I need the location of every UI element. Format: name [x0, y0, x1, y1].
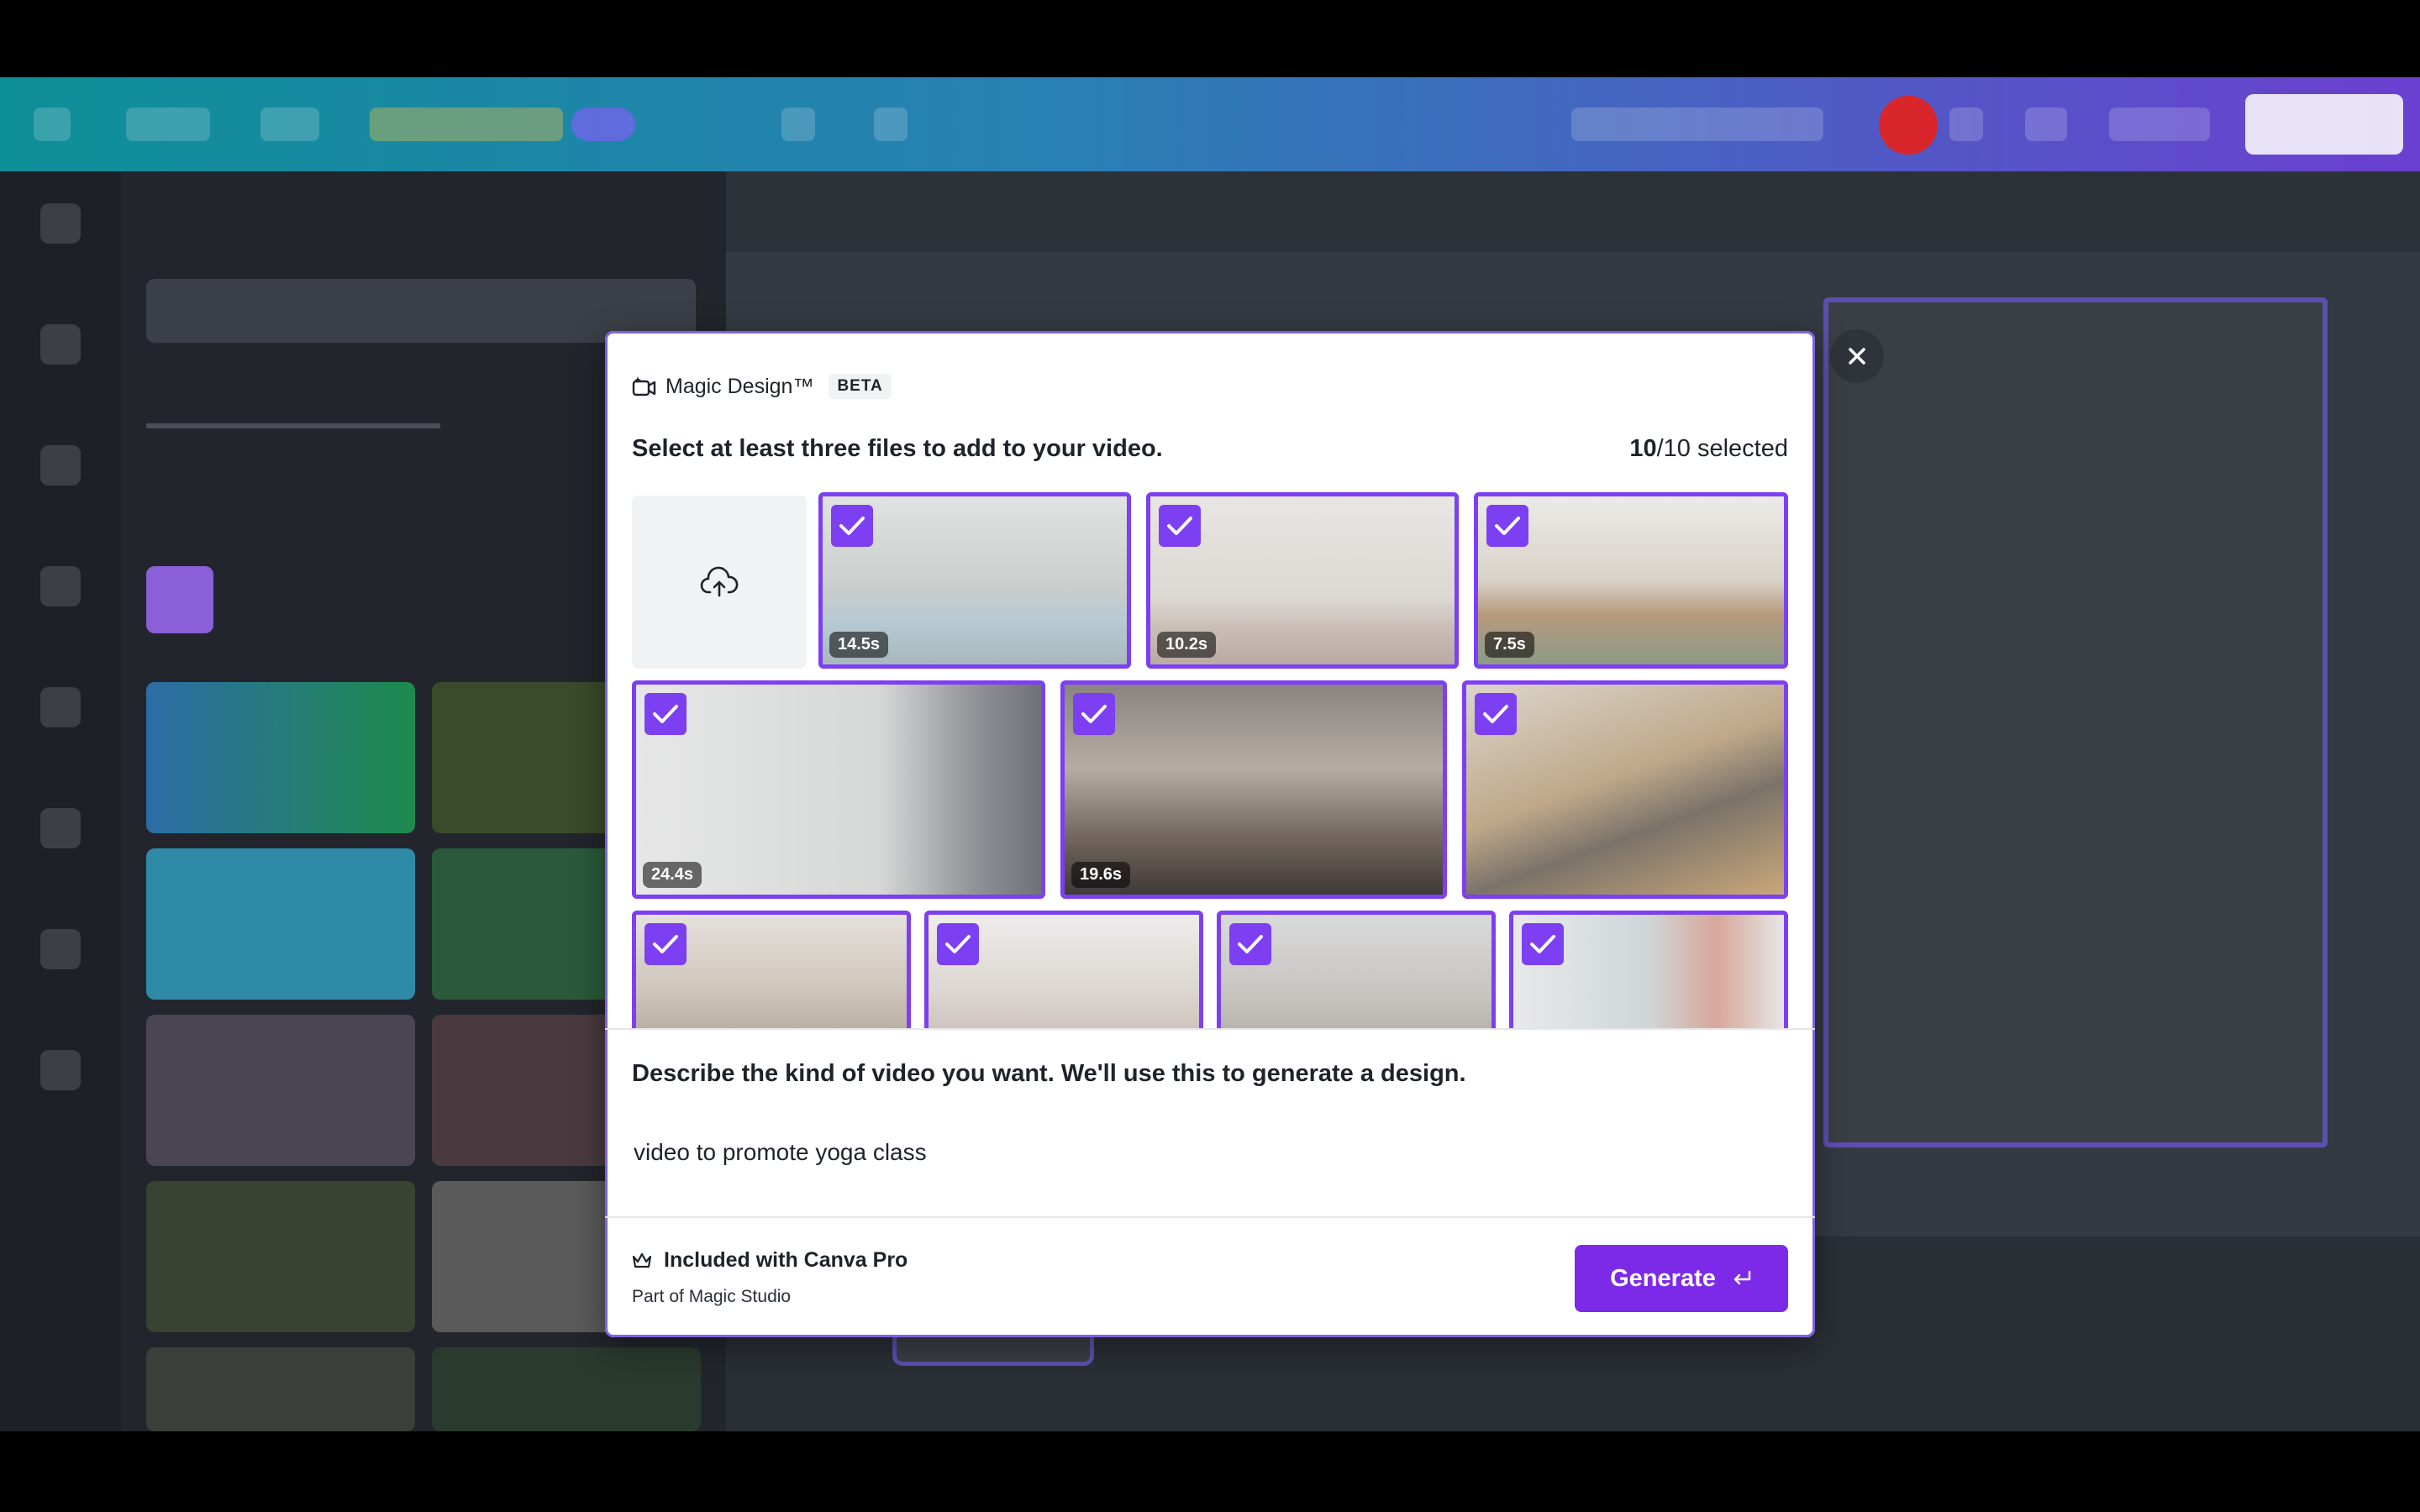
canva-pro-note: Included with Canva Pro: [632, 1248, 908, 1273]
play-icon: [2109, 108, 2210, 141]
rail-icon: [40, 566, 81, 606]
prompt-input[interactable]: [632, 1119, 1788, 1186]
topbar-blurred-item: [260, 108, 319, 141]
share-button: [2245, 94, 2403, 155]
video-duration: 14.5s: [829, 632, 889, 658]
check-icon[interactable]: [1229, 923, 1271, 965]
crown-icon: [632, 1252, 652, 1268]
design-page: [1823, 297, 2328, 1147]
template-thumbnail: [146, 1181, 415, 1332]
check-icon[interactable]: [937, 923, 979, 965]
rail-icon: [40, 1050, 81, 1090]
media-tile[interactable]: 10.2s: [1146, 492, 1459, 669]
check-icon[interactable]: [1073, 693, 1115, 735]
dialog-header: Magic Design™ BETA: [632, 370, 892, 403]
close-icon: [1849, 348, 1865, 365]
app-screen: Magic Design™ BETA Select at least three…: [0, 77, 2420, 1431]
check-icon[interactable]: [644, 923, 687, 965]
rail-icon: [40, 445, 81, 486]
media-tile[interactable]: [924, 911, 1203, 1030]
analytics-icon: [2025, 108, 2067, 141]
rail-icon: [40, 324, 81, 365]
selected-total: /10 selected: [1656, 435, 1788, 462]
video-duration: 19.6s: [1071, 862, 1131, 888]
video-duration: 24.4s: [643, 862, 702, 888]
template-thumbnail: [146, 848, 415, 1000]
check-icon[interactable]: [1159, 505, 1201, 547]
topbar-blurred-item: [1571, 108, 1823, 141]
close-button[interactable]: [1830, 329, 1884, 383]
media-tile[interactable]: [1509, 911, 1788, 1030]
video-duration: 7.5s: [1485, 632, 1534, 658]
pro-label: Included with Canva Pro: [664, 1248, 908, 1272]
template-thumbnail: [432, 1347, 701, 1431]
redo-icon: [874, 108, 908, 141]
prompt-label: Describe the kind of video you want. We'…: [632, 1060, 1466, 1087]
media-tile[interactable]: 14.5s: [818, 492, 1131, 669]
selected-number: 10: [1629, 435, 1657, 462]
cloud-upload-icon: [700, 566, 739, 597]
template-thumbnail: [146, 682, 415, 833]
template-thumbnail: [146, 1347, 415, 1431]
topbar-blurred-item: [370, 108, 563, 141]
magic-studio-label: Part of Magic Studio: [632, 1287, 792, 1306]
magic-design-icon: [632, 375, 657, 398]
beta-badge: BETA: [829, 374, 892, 399]
selection-count: 10/10 selected: [1629, 435, 1788, 463]
side-rail: [0, 171, 121, 1431]
topbar-blurred-item: [126, 108, 210, 141]
generate-label: Generate: [1610, 1264, 1716, 1292]
media-grid: 14.5s 10.2s 7.5s 24.4s 19.6s: [632, 492, 1788, 1030]
rail-icon: [40, 808, 81, 848]
divider: [605, 1216, 1815, 1218]
check-icon[interactable]: [1475, 693, 1517, 735]
tab-underline: [146, 423, 440, 428]
check-icon[interactable]: [1522, 923, 1564, 965]
generate-button[interactable]: Generate: [1575, 1245, 1788, 1312]
divider: [605, 1028, 1815, 1030]
media-tile[interactable]: 7.5s: [1474, 492, 1788, 669]
media-tile[interactable]: [1217, 911, 1496, 1030]
topbar-blurred-icon: [1949, 108, 1983, 141]
editor-topbar: [0, 77, 2420, 171]
video-duration: 10.2s: [1157, 632, 1217, 658]
media-tile[interactable]: 19.6s: [1060, 680, 1447, 899]
upload-button[interactable]: [632, 496, 807, 669]
media-tile[interactable]: 24.4s: [632, 680, 1045, 899]
rail-icon: [40, 687, 81, 727]
rail-icon: [40, 929, 81, 969]
check-icon[interactable]: [1486, 505, 1528, 547]
avatar: [1879, 96, 1938, 155]
selection-instruction: Select at least three files to add to yo…: [632, 435, 1163, 462]
template-thumbnail: [146, 1015, 415, 1166]
media-tile[interactable]: [1462, 680, 1788, 899]
dialog-title: Magic Design™: [666, 374, 814, 398]
menu-icon: [34, 108, 71, 141]
magic-design-dialog: Magic Design™ BETA Select at least three…: [605, 331, 1815, 1337]
media-tile[interactable]: [632, 911, 911, 1030]
check-icon[interactable]: [644, 693, 687, 735]
context-toolbar: [726, 171, 2420, 252]
rail-icon: [40, 203, 81, 244]
topbar-blurred-badge: [571, 108, 635, 141]
undo-icon: [781, 108, 815, 141]
enter-key-icon: [1733, 1270, 1751, 1285]
check-icon[interactable]: [831, 505, 873, 547]
template-thumbnail: [146, 566, 213, 633]
